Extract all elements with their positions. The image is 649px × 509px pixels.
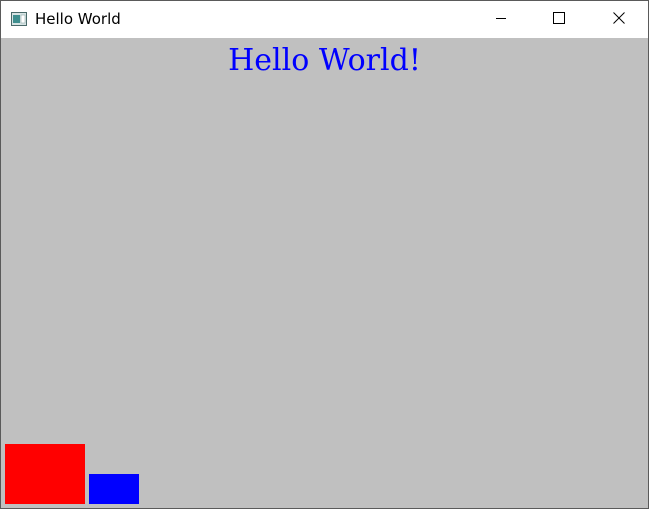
maximize-icon <box>553 11 565 29</box>
client-area: Hello World! <box>1 38 648 508</box>
app-window-icon[interactable] <box>11 12 27 26</box>
close-icon <box>613 11 625 29</box>
minimize-button[interactable] <box>472 1 530 38</box>
hello-message-row: Hello World! <box>1 42 648 80</box>
minimize-icon <box>495 11 507 29</box>
blue-rectangle <box>89 474 139 504</box>
maximize-button[interactable] <box>530 1 588 38</box>
window-title: Hello World <box>35 10 121 28</box>
title-bar[interactable]: Hello World <box>1 1 648 38</box>
application-window: Hello World Hello World! <box>0 0 649 509</box>
red-rectangle <box>5 444 85 504</box>
hello-message: Hello World! <box>228 43 421 78</box>
close-button[interactable] <box>590 1 648 38</box>
